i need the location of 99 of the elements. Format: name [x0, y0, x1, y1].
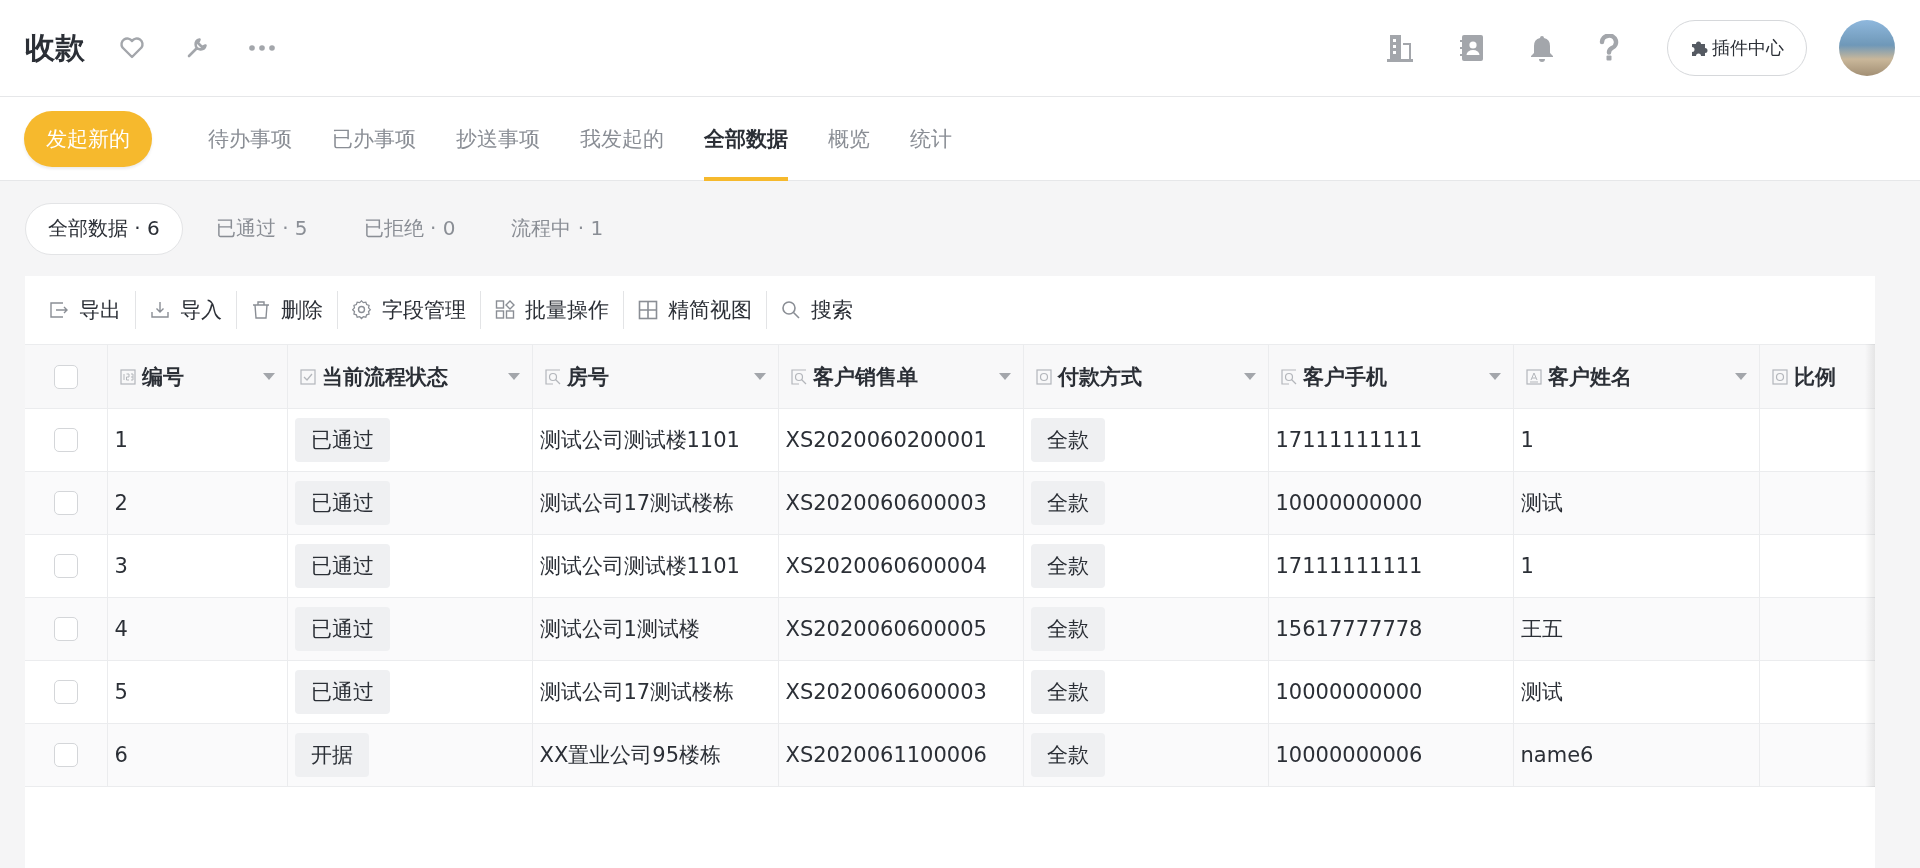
toolbar-button[interactable]: 导入 — [136, 288, 236, 332]
table-cell: 17111111111 — [1275, 554, 1423, 578]
table-cell: 3 — [114, 554, 128, 578]
row-checkbox[interactable] — [53, 554, 78, 578]
status-tag: 全款 — [1030, 607, 1105, 651]
heart-icon[interactable] — [119, 36, 145, 60]
row-checkbox[interactable] — [53, 491, 78, 515]
table-cell: 6 — [114, 743, 128, 767]
caret-icon[interactable] — [1734, 373, 1747, 380]
row-checkbox[interactable] — [53, 743, 78, 767]
page-title: 收款 — [25, 28, 85, 67]
status-tag: 开据 — [294, 733, 369, 777]
checkbox-field-icon — [299, 368, 316, 385]
lookup-field-icon — [544, 368, 561, 385]
table-cell: 15617777778 — [1275, 617, 1423, 641]
grid-shapes-icon — [495, 300, 515, 320]
table-cell: XS2020060600003 — [785, 680, 987, 704]
trash-icon — [251, 300, 271, 320]
table-cell: XS2020060200001 — [785, 428, 987, 452]
caret-icon[interactable] — [507, 373, 520, 380]
caret-icon[interactable] — [262, 373, 275, 380]
table-cell: XS2020061100006 — [785, 743, 987, 767]
toolbar-button[interactable]: 删除 — [237, 288, 337, 332]
table-cell: 1 — [1520, 428, 1534, 452]
column-header[interactable]: 当前流程状态 — [287, 344, 532, 409]
caret-icon[interactable] — [1488, 373, 1501, 380]
table-cell: 测试公司测试楼1101 — [539, 554, 740, 578]
status-tag: 已通过 — [294, 670, 390, 714]
more-icon[interactable] — [249, 45, 275, 51]
table-cell: 10000000000 — [1275, 680, 1423, 704]
caret-icon[interactable] — [1243, 373, 1256, 380]
table-cell: 10000000006 — [1275, 743, 1423, 767]
caret-icon[interactable] — [753, 373, 766, 380]
nav-tab[interactable]: 全部数据 — [704, 96, 788, 181]
toolbar-button[interactable]: 导出 — [35, 288, 135, 332]
status-tag: 已通过 — [294, 607, 390, 651]
user-avatar[interactable] — [1839, 20, 1895, 76]
table-cell: 5 — [114, 680, 128, 704]
column-header[interactable]: 客户姓名 — [1513, 344, 1759, 409]
table-cell: 王五 — [1520, 617, 1563, 641]
column-header[interactable]: 房号 — [532, 344, 778, 409]
wrench-icon[interactable] — [185, 36, 209, 60]
plugin-center-button[interactable]: 插件中心 — [1667, 20, 1807, 76]
column-header[interactable]: 编号 — [107, 344, 287, 409]
select-field-icon — [1771, 368, 1788, 385]
building-icon[interactable] — [1385, 33, 1415, 63]
table-cell: XX置业公司95楼栋 — [539, 743, 721, 767]
table-cell: 17111111111 — [1275, 428, 1423, 452]
table-cell: 测试公司17测试楼栋 — [539, 491, 735, 515]
table-cell: XS2020060600005 — [785, 617, 987, 641]
toolbar-button[interactable]: 搜索 — [767, 288, 867, 332]
row-checkbox[interactable] — [53, 617, 78, 641]
status-tag: 全款 — [1030, 418, 1105, 462]
toolbar-button[interactable]: 批量操作 — [481, 288, 623, 332]
status-tag: 全款 — [1030, 733, 1105, 777]
status-tag: 全款 — [1030, 670, 1105, 714]
column-header[interactable]: 客户手机 — [1268, 344, 1513, 409]
import-icon — [150, 300, 170, 320]
lookup-field-icon — [790, 368, 807, 385]
table-cell: XS2020060600003 — [785, 491, 987, 515]
export-icon — [49, 300, 69, 320]
table-cell: 4 — [114, 617, 128, 641]
table-cell: XS2020060600004 — [785, 554, 987, 578]
select-field-icon — [1035, 368, 1052, 385]
puzzle-icon — [1690, 39, 1708, 57]
toolbar-button[interactable]: 精简视图 — [624, 288, 766, 332]
row-checkbox[interactable] — [53, 428, 78, 452]
status-tag: 全款 — [1030, 481, 1105, 525]
lookup-field-icon — [1280, 368, 1297, 385]
status-tag: 已通过 — [294, 544, 390, 588]
table-cell: 测试 — [1520, 680, 1563, 704]
column-header[interactable]: 付款方式 — [1023, 344, 1268, 409]
table-cell: 1 — [1520, 554, 1534, 578]
column-header[interactable]: 客户销售单 — [778, 344, 1023, 409]
text-field-icon — [1525, 368, 1542, 385]
bell-icon[interactable] — [1529, 34, 1555, 62]
table-cell: name6 — [1520, 743, 1594, 767]
status-tag: 已通过 — [294, 481, 390, 525]
status-tag: 全款 — [1030, 544, 1105, 588]
select-all-checkbox[interactable] — [53, 364, 78, 389]
table-cell: 测试公司测试楼1101 — [539, 428, 740, 452]
number-field-icon — [119, 368, 136, 385]
settings-icon — [352, 300, 372, 320]
caret-icon[interactable] — [998, 373, 1011, 380]
table-cell: 测试 — [1520, 491, 1563, 515]
table-cell: 测试公司17测试楼栋 — [539, 680, 735, 704]
table-cell: 2 — [114, 491, 128, 515]
filter-pill[interactable]: 全部数据 · 6 — [25, 202, 183, 255]
contact-book-icon[interactable] — [1459, 34, 1485, 62]
table-cell: 1 — [114, 428, 128, 452]
table-cell: 测试公司1测试楼 — [539, 617, 700, 641]
search-icon — [781, 300, 801, 320]
table-cell: 10000000000 — [1275, 491, 1423, 515]
help-icon[interactable] — [1599, 34, 1619, 62]
toolbar-button[interactable]: 字段管理 — [338, 288, 480, 332]
status-tag: 已通过 — [294, 418, 390, 462]
row-checkbox[interactable] — [53, 680, 78, 704]
column-header[interactable]: 比例 — [1759, 344, 1875, 409]
grid-view-icon — [638, 300, 658, 320]
